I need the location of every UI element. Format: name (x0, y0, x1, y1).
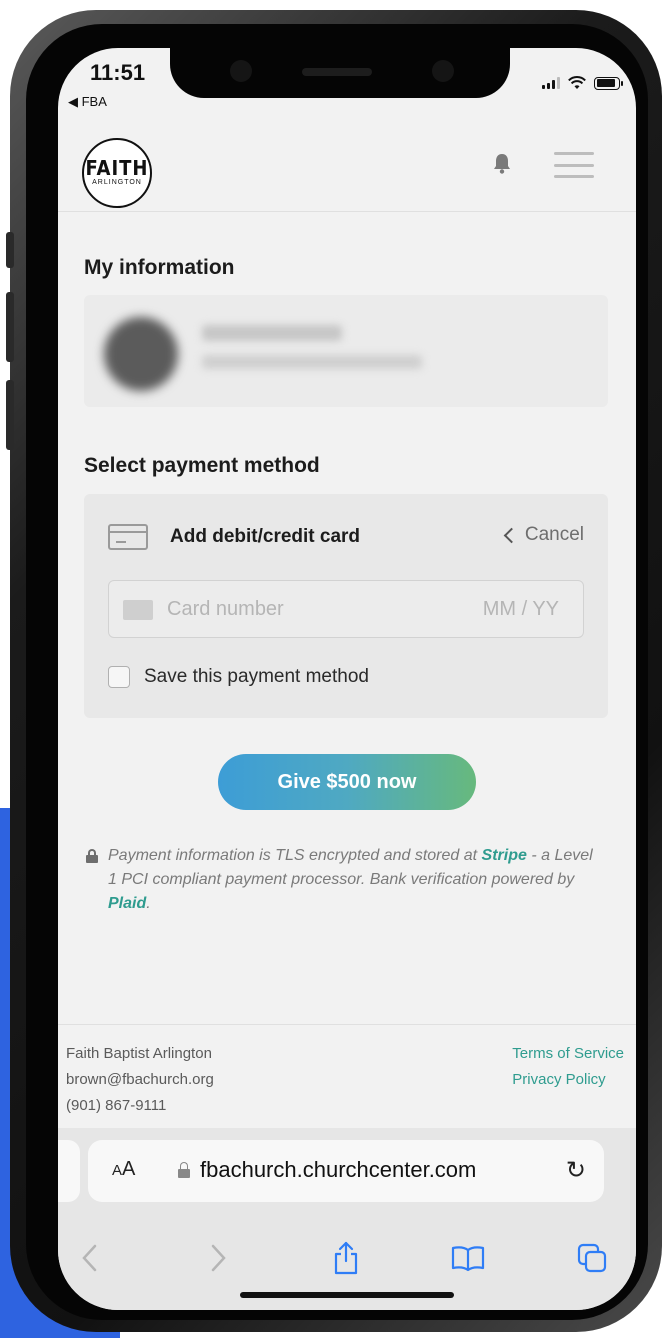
bell-icon[interactable] (492, 152, 512, 174)
volume-up-button (6, 292, 14, 362)
text-size-button[interactable]: AA (112, 1158, 135, 1181)
previous-tab-preview[interactable] (58, 1140, 80, 1202)
user-name-redacted (202, 325, 342, 341)
footer-email: brown@fbachurch.org (66, 1071, 214, 1088)
save-payment-row[interactable]: Save this payment method (108, 666, 369, 688)
card-number-placeholder: Card number (167, 598, 284, 620)
logo-subtext: ARLINGTON (92, 179, 142, 186)
silent-switch (6, 232, 14, 268)
bookmarks-icon[interactable] (448, 1238, 488, 1278)
footer-links: Terms of Service Privacy Policy (512, 1041, 624, 1093)
url-text: fbachurch.churchcenter.com (200, 1157, 477, 1182)
security-text-part3: . (146, 895, 151, 912)
reload-icon[interactable]: ↻ (566, 1156, 586, 1185)
card-number-field[interactable]: Card number MM / YY (108, 580, 584, 638)
user-email-redacted (202, 355, 422, 369)
save-payment-checkbox[interactable] (108, 666, 130, 688)
card-brand-icon (123, 600, 153, 620)
cellular-signal-icon (542, 77, 560, 89)
footer-org-name: Faith Baptist Arlington (66, 1045, 212, 1062)
logo-text: FAITH (85, 156, 149, 180)
site-header: FAITH ARLINGTON (58, 120, 636, 212)
back-to-app-link[interactable]: ◀ FBA (68, 94, 107, 110)
browser-toolbar: AA fbachurch.churchcenter.com ↻ (58, 1128, 636, 1310)
camera-icon (432, 60, 454, 82)
privacy-policy-link[interactable]: Privacy Policy (512, 1067, 624, 1093)
credit-card-icon (108, 524, 148, 550)
my-information-title: My information (84, 256, 235, 279)
give-now-button[interactable]: Give $500 now (218, 754, 476, 810)
status-time: 11:51 (90, 60, 146, 85)
lock-icon (178, 1162, 190, 1178)
add-card-label: Add debit/credit card (170, 526, 361, 547)
wifi-icon (568, 76, 586, 89)
plaid-link[interactable]: Plaid (108, 895, 146, 912)
stripe-link[interactable]: Stripe (482, 847, 527, 864)
user-info-card (84, 295, 608, 407)
sensor-icon (230, 60, 252, 82)
lock-icon (86, 849, 98, 863)
volume-down-button (6, 380, 14, 450)
expiry-placeholder[interactable]: MM / YY (483, 598, 559, 621)
footer-contact: Faith Baptist Arlington brown@fbachurch.… (66, 1041, 214, 1119)
stage: 11:51 ◀ FBA FAITH ARLINGTON My informati… (0, 0, 668, 1338)
payment-method-card: Add debit/credit card Cancel Card number… (84, 494, 608, 718)
security-note: Payment information is TLS encrypted and… (86, 844, 606, 916)
home-indicator (240, 1292, 454, 1298)
security-text: Payment information is TLS encrypted and… (86, 844, 606, 916)
speaker-grille (302, 68, 372, 76)
back-icon[interactable] (70, 1238, 110, 1278)
cancel-label: Cancel (524, 524, 584, 545)
status-icons (542, 76, 623, 90)
tabs-icon[interactable] (572, 1238, 612, 1278)
address-bar[interactable]: AA fbachurch.churchcenter.com ↻ (88, 1140, 604, 1202)
site-footer: Faith Baptist Arlington brown@fbachurch.… (58, 1024, 636, 1129)
chevron-left-icon (503, 527, 520, 544)
avatar (104, 317, 178, 391)
cancel-button[interactable]: Cancel (503, 524, 584, 546)
church-logo[interactable]: FAITH ARLINGTON (82, 138, 152, 208)
security-text-part1: Payment information is TLS encrypted and… (108, 847, 482, 864)
footer-phone: (901) 867-9111 (66, 1097, 167, 1114)
payment-method-title: Select payment method (84, 454, 320, 477)
phone-screen: 11:51 ◀ FBA FAITH ARLINGTON My informati… (58, 48, 636, 1310)
notch (170, 48, 510, 98)
hamburger-menu-icon[interactable] (554, 152, 594, 178)
terms-of-service-link[interactable]: Terms of Service (512, 1041, 624, 1067)
share-icon[interactable] (326, 1238, 366, 1278)
battery-icon (594, 76, 623, 90)
forward-icon[interactable] (198, 1238, 238, 1278)
save-payment-label: Save this payment method (144, 666, 369, 687)
